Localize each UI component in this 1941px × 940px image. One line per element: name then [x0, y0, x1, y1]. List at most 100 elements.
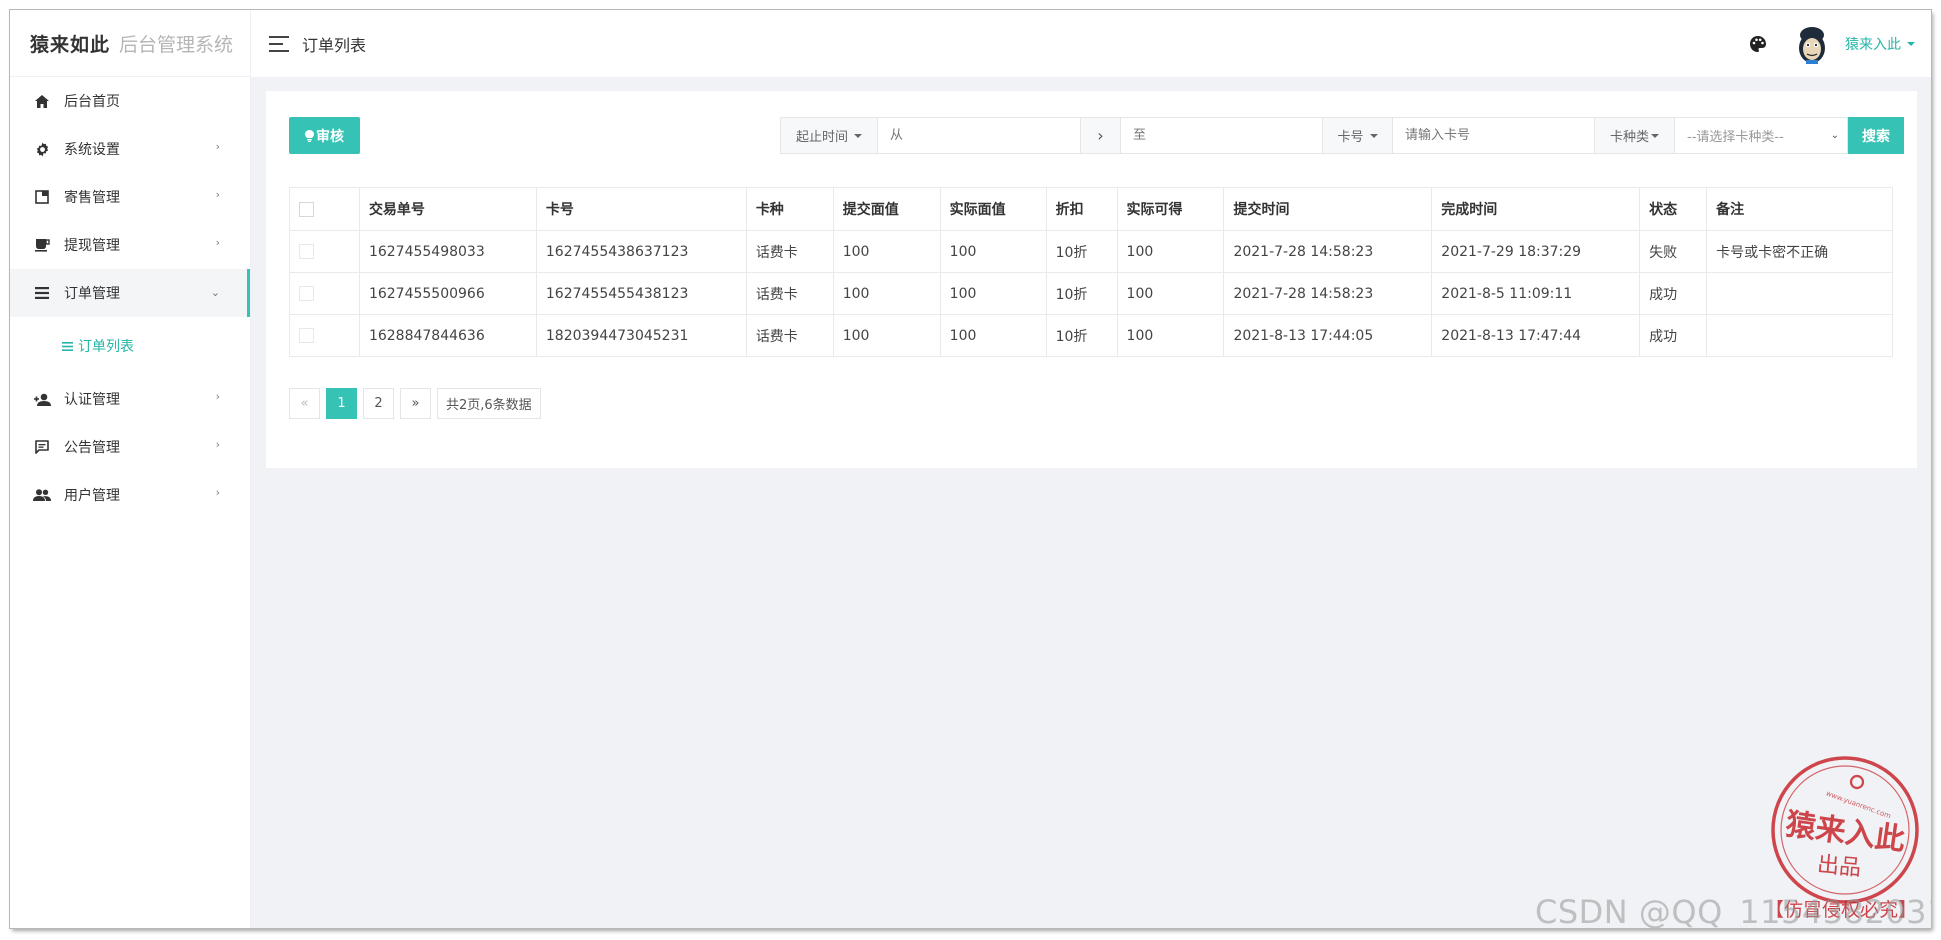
- table-cell: 2021-7-28 14:58:23: [1223, 272, 1433, 315]
- sidebar-item-consignment[interactable]: 寄售管理 ›: [10, 173, 250, 221]
- chevron-right-icon: ›: [215, 438, 220, 451]
- column-header: 实际面值: [939, 187, 1047, 231]
- sidebar-subitem-order-list[interactable]: 订单列表: [10, 317, 250, 375]
- list-icon: [62, 341, 73, 351]
- table-cell: 1627455455438123: [535, 272, 747, 315]
- prev-page-button[interactable]: «: [289, 388, 320, 419]
- table-cell: 2021-7-28 14:58:23: [1223, 230, 1433, 273]
- table-cell: 成功: [1639, 272, 1708, 315]
- column-header: 卡种: [745, 187, 834, 231]
- type-filter-dropdown[interactable]: 卡种类: [1595, 117, 1675, 154]
- person-add-icon: [32, 391, 52, 407]
- chevron-right-icon: ›: [215, 390, 220, 403]
- date-from-input[interactable]: [878, 117, 1081, 154]
- table-cell: 2021-8-5 11:09:11: [1431, 272, 1641, 315]
- next-page-button[interactable]: »: [400, 388, 431, 419]
- sidebar-item-settings[interactable]: 系统设置 ›: [10, 125, 250, 173]
- table-row[interactable]: 1628847844636 1820394473045231 话费卡 100 1…: [289, 314, 1893, 357]
- sidebar-item-label: 寄售管理: [64, 190, 120, 206]
- table-cell: 话费卡: [745, 272, 834, 315]
- caret-down-icon: [854, 133, 862, 138]
- row-select-cell: [289, 314, 360, 357]
- logo: 猿来如此 后台管理系统: [10, 10, 250, 77]
- table-cell: 100: [1116, 230, 1225, 273]
- column-header: 完成时间: [1431, 187, 1641, 231]
- column-header: 卡号: [535, 187, 747, 231]
- table-cell: 2021-8-13 17:47:44: [1431, 314, 1641, 357]
- sidebar-item-label: 订单管理: [64, 286, 120, 302]
- message-icon: [32, 439, 52, 455]
- caret-down-icon: [1369, 133, 1378, 138]
- table-cell: [1706, 272, 1893, 315]
- card-type-select[interactable]: --请选择卡种类-- ⌄: [1675, 117, 1848, 154]
- pagination-info: 共2页,6条数据: [437, 388, 541, 419]
- row-checkbox[interactable]: [299, 244, 314, 259]
- column-header: 折扣: [1045, 187, 1118, 231]
- table-cell: 卡号或卡密不正确: [1706, 230, 1893, 273]
- card-filter-dropdown[interactable]: 卡号: [1323, 117, 1393, 154]
- column-header: 交易单号: [358, 187, 537, 231]
- system-name: 后台管理系统: [119, 33, 234, 56]
- table-cell: 10折: [1045, 272, 1118, 315]
- sidebar: 猿来如此 后台管理系统 后台首页 系统设置 › 寄售管理 › 提现管理 › 订单…: [10, 10, 251, 928]
- svg-text:出品: 出品: [1816, 852, 1862, 881]
- select-all-checkbox[interactable]: [299, 201, 314, 217]
- table-cell: 100: [939, 272, 1047, 315]
- app-window: 猿来如此 后台管理系统 后台首页 系统设置 › 寄售管理 › 提现管理 › 订单…: [10, 10, 1931, 928]
- list-icon: [32, 285, 52, 301]
- page-1-button[interactable]: 1: [326, 388, 357, 419]
- card-number-input[interactable]: [1393, 117, 1595, 154]
- column-header: 提交时间: [1223, 187, 1433, 231]
- date-to-input[interactable]: [1121, 117, 1323, 154]
- select-all-cell: [289, 187, 360, 231]
- table-cell: 1627455500966: [358, 272, 537, 315]
- table-cell: 2021-8-13 17:44:05: [1223, 314, 1433, 357]
- search-toolbar: 起止时间 › 卡号 卡种类 --请选择卡种类-- ⌄ 搜索: [780, 117, 1904, 154]
- table-row[interactable]: 1627455500966 1627455455438123 话费卡 100 1…: [289, 272, 1893, 315]
- table-cell: 1628847844636: [358, 314, 537, 357]
- sidebar-item-orders[interactable]: 订单管理 ⌄: [10, 269, 250, 317]
- order-list-panel: 审核 起止时间 › 卡号 卡种类 --请选择卡种类-- ⌄: [266, 91, 1917, 468]
- sidebar-item-label: 用户管理: [64, 488, 120, 504]
- table-cell: 1627455498033: [358, 230, 537, 273]
- table-cell: 失败: [1639, 230, 1708, 273]
- sidebar-subitem-label: 订单列表: [78, 339, 134, 355]
- audit-button[interactable]: 审核: [289, 117, 360, 154]
- avatar[interactable]: [1795, 24, 1829, 64]
- sidebar-item-home[interactable]: 后台首页: [10, 77, 250, 125]
- time-filter-dropdown[interactable]: 起止时间: [780, 117, 878, 154]
- chevron-right-icon: ›: [215, 486, 220, 499]
- row-checkbox[interactable]: [299, 286, 314, 301]
- sidebar-item-verification[interactable]: 认证管理 ›: [10, 375, 250, 423]
- chevron-right-icon: ›: [215, 188, 220, 201]
- search-button[interactable]: 搜索: [1848, 117, 1904, 154]
- sidebar-item-label: 提现管理: [64, 238, 120, 254]
- user-menu[interactable]: 猿来入此: [1845, 34, 1915, 54]
- table-cell: 1820394473045231: [535, 314, 747, 357]
- chevron-right-icon: ›: [215, 236, 220, 249]
- table-row[interactable]: 1627455498033 1627455438637123 话费卡 100 1…: [289, 230, 1893, 273]
- sidebar-item-announcements[interactable]: 公告管理 ›: [10, 423, 250, 471]
- user-name: 猿来入此: [1845, 36, 1901, 53]
- pagination: « 1 2 » 共2页,6条数据: [289, 388, 547, 419]
- table-cell: 100: [939, 230, 1047, 273]
- sidebar-item-withdraw[interactable]: 提现管理 ›: [10, 221, 250, 269]
- page-2-button[interactable]: 2: [363, 388, 394, 419]
- table-cell: 100: [832, 314, 941, 357]
- card-filter-label: 卡号: [1337, 130, 1364, 145]
- menu-icon[interactable]: [269, 35, 289, 52]
- sidebar-item-users[interactable]: 用户管理 ›: [10, 471, 250, 519]
- row-checkbox[interactable]: [299, 328, 314, 343]
- date-range-arrow: ›: [1081, 117, 1121, 154]
- palette-icon[interactable]: [1747, 33, 1769, 55]
- page-title: 订单列表: [302, 35, 367, 55]
- sidebar-menu: 后台首页 系统设置 › 寄售管理 › 提现管理 › 订单管理 ⌄ 订单列表 认证…: [10, 77, 250, 519]
- table-cell: 100: [1116, 314, 1225, 357]
- row-select-cell: [289, 272, 360, 315]
- table-cell: 1627455438637123: [535, 230, 747, 273]
- home-icon: [32, 93, 52, 109]
- orders-table: 交易单号 卡号 卡种 提交面值 实际面值 折扣 实际可得 提交时间 完成时间 状…: [289, 187, 1893, 357]
- table-cell: 100: [1116, 272, 1225, 315]
- column-header: 实际可得: [1116, 187, 1225, 231]
- search-label: 搜索: [1862, 128, 1890, 145]
